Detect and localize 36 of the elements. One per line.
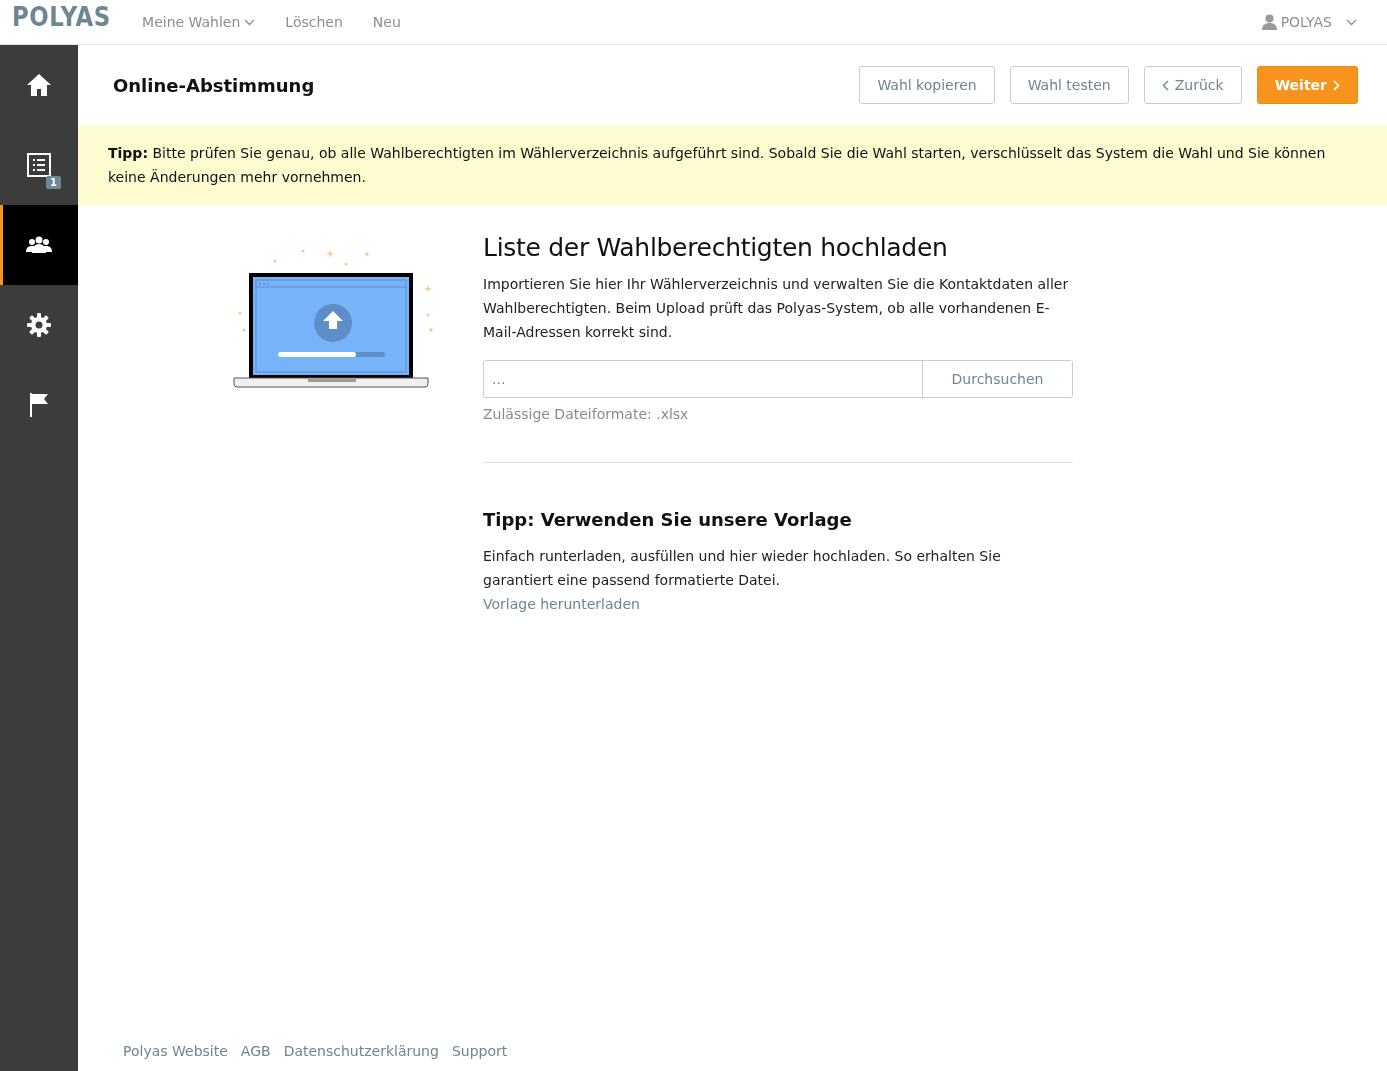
upload-description: Importieren Sie hier Ihr Wählerverzeichnis und verwalten Sie die Kontaktdaten aller Wahlberechtigten. Beim Upload prüft das Polyas-System, ob alle vorhandenen E-Mail-Adressen korrekt sind. (483, 275, 1070, 342)
chevron-right-icon (1333, 79, 1340, 91)
action-button[interactable]: Zurück (1143, 66, 1242, 104)
list-icon (27, 153, 51, 177)
chevron-left-icon (1161, 79, 1169, 91)
footer-link[interactable]: AGB (240, 1043, 271, 1059)
footer-link[interactable]: Datenschutzerklärung (283, 1043, 439, 1059)
count-badge: 1 (46, 176, 61, 189)
sidebar-item[interactable]: 1 (0, 125, 78, 205)
file-format-hint: Zulässige Dateiformate: .xlsx (483, 406, 690, 422)
menu-item[interactable]: Löschen (285, 14, 343, 30)
menu-item[interactable]: Meine Wahlen (142, 14, 256, 30)
page-title: Online-Abstimmung (113, 74, 315, 96)
flag-icon (29, 393, 49, 417)
menu-item[interactable]: Neu (372, 14, 401, 30)
user-menu[interactable]: POLYAS (1261, 14, 1357, 30)
browse-button[interactable]: Durchsuchen (922, 361, 1072, 397)
download-link[interactable]: Vorlage herunterladen (483, 596, 640, 612)
user-icon (1261, 14, 1277, 30)
template-heading: Tipp: Verwenden Sie unsere Vorlage (483, 509, 853, 530)
footer-link[interactable]: Polyas Website (123, 1043, 228, 1059)
chevron-down-icon (244, 18, 256, 26)
people-icon (26, 236, 52, 254)
action-button[interactable]: Wahl testen (1009, 66, 1129, 104)
section-heading: Liste der Wahlberechtigten hochladen (483, 233, 949, 262)
template-description: Einfach runterladen, ausfüllen und hier wieder hochladen. So erhalten Sie garantiert eine passend formatierte Datei. (483, 547, 1002, 590)
sidebar-item[interactable] (0, 205, 78, 285)
file-field[interactable]: ... Durchsuchen (483, 360, 1073, 398)
home-icon (26, 73, 52, 97)
tip-banner: Tipp: Bitte prüfen Sie genau, ob alle Wahlberechtigten im Wählerverzeichnis aufgeführt sind. Sobald Sie die Wahl starten, verschlüsselt das System die Wahl und Sie können keine Änderungen mehr vornehmen. (78, 125, 1387, 205)
logo[interactable]: POLYAS (12, 3, 111, 30)
action-button[interactable]: Wahl kopieren (859, 66, 995, 104)
action-button[interactable]: Weiter (1256, 66, 1358, 104)
chevron-down-icon (1346, 18, 1357, 26)
footer-link[interactable]: Support (451, 1043, 508, 1059)
settings-icon (27, 313, 51, 337)
